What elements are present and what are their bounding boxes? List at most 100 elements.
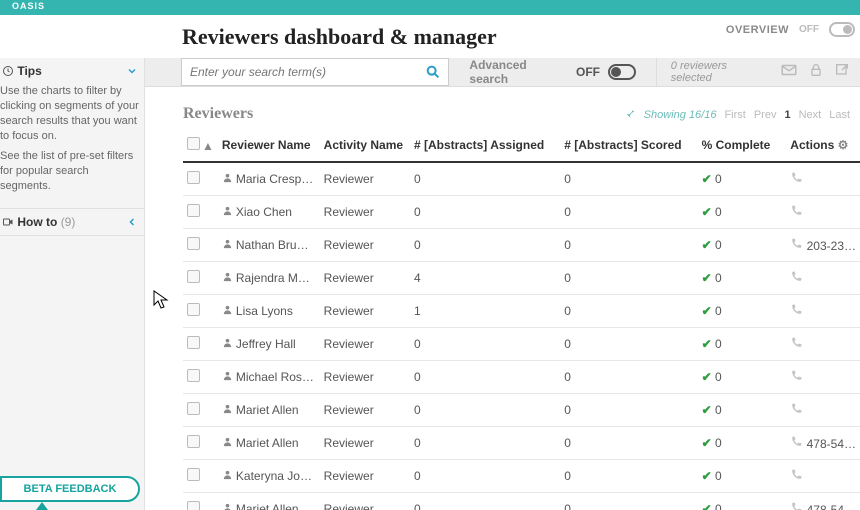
check-icon: ✔ (702, 337, 712, 351)
col-actions[interactable]: Actions ⚙ (786, 129, 860, 162)
table-row: Nathan BrummelReviewer00✔ 0 203-23… (183, 229, 860, 262)
gear-icon[interactable]: ⚙ (838, 138, 849, 152)
row-checkbox[interactable] (187, 303, 200, 316)
cell-actions[interactable] (786, 262, 860, 295)
cell-activity: Reviewer (320, 493, 410, 510)
search-icon (425, 64, 441, 80)
cell-assigned: 4 (410, 262, 560, 295)
cell-actions[interactable] (786, 361, 860, 394)
check-icon: ✔ (702, 403, 712, 417)
chevron-down-icon (126, 65, 138, 77)
cell-scored: 0 (560, 427, 697, 460)
select-all-checkbox[interactable] (187, 137, 200, 150)
cell-scored: 0 (560, 493, 697, 510)
check-icon: ✔ (702, 172, 712, 186)
user-icon (222, 271, 233, 285)
overview-off-label: OFF (799, 24, 819, 35)
email-icon[interactable] (780, 61, 798, 84)
cell-actions[interactable] (786, 394, 860, 427)
cell-activity: Reviewer (320, 328, 410, 361)
table-row: Rajendra MoreyReviewer40✔ 0 (183, 262, 860, 295)
phone-icon (790, 470, 803, 484)
lock-icon[interactable] (808, 62, 824, 83)
row-checkbox[interactable] (187, 435, 200, 448)
cell-scored: 0 (560, 262, 697, 295)
row-checkbox[interactable] (187, 237, 200, 250)
phone-icon (790, 404, 803, 418)
cell-complete: ✔ 0 (698, 295, 787, 328)
phone-icon (790, 206, 803, 220)
video-icon (2, 216, 14, 228)
cell-complete: ✔ 0 (698, 196, 787, 229)
cell-activity: Reviewer (320, 162, 410, 196)
cell-name: Xiao Chen (218, 196, 320, 229)
advanced-search-label: Advanced search (469, 58, 568, 86)
check-icon: ✔ (702, 304, 712, 318)
col-complete[interactable]: % Complete (698, 129, 787, 162)
col-reviewer-name[interactable]: Reviewer Name (218, 129, 320, 162)
overview-link[interactable]: OVERVIEW (726, 24, 789, 36)
pager-next[interactable]: Next (799, 109, 822, 121)
export-icon[interactable] (834, 62, 850, 83)
row-checkbox[interactable] (187, 270, 200, 283)
phone-icon (790, 239, 803, 253)
search-input[interactable] (182, 65, 418, 79)
cell-actions[interactable] (786, 328, 860, 361)
cell-actions[interactable] (786, 460, 860, 493)
cell-complete: ✔ 0 (698, 361, 787, 394)
cell-actions[interactable] (786, 196, 860, 229)
pin-icon[interactable] (622, 106, 636, 123)
tips-panel-header[interactable]: Tips (0, 58, 144, 84)
row-checkbox[interactable] (187, 336, 200, 349)
table-row: Lisa LyonsReviewer10✔ 0 (183, 295, 860, 328)
search-box (181, 58, 449, 86)
row-checkbox[interactable] (187, 204, 200, 217)
row-checkbox[interactable] (187, 171, 200, 184)
table-row: Jeffrey HallReviewer00✔ 0 (183, 328, 860, 361)
overview-toggle[interactable] (829, 22, 855, 37)
howto-panel-header[interactable]: How to (9) (0, 209, 144, 235)
pager-prev[interactable]: Prev (754, 109, 777, 121)
cell-activity: Reviewer (320, 196, 410, 229)
cell-name: Jeffrey Hall (218, 328, 320, 361)
check-icon: ✔ (702, 502, 712, 510)
cell-activity: Reviewer (320, 427, 410, 460)
row-checkbox[interactable] (187, 501, 200, 510)
cell-scored: 0 (560, 295, 697, 328)
check-icon: ✔ (702, 469, 712, 483)
cell-actions[interactable] (786, 162, 860, 196)
cell-actions[interactable]: 478-54… (786, 427, 860, 460)
phone-icon (790, 338, 803, 352)
cell-name: Mariet Allen (218, 427, 320, 460)
row-checkbox[interactable] (187, 402, 200, 415)
table-title: Reviewers (183, 105, 253, 123)
beta-feedback-button[interactable]: BETA FEEDBACK (0, 476, 140, 502)
col-activity-name[interactable]: Activity Name (320, 129, 410, 162)
search-button[interactable] (418, 59, 448, 85)
selected-count: 0 reviewers selected (671, 60, 770, 84)
cell-actions[interactable]: 478-54… (786, 493, 860, 510)
sort-icon[interactable]: ▲ (202, 139, 214, 153)
col-assigned[interactable]: # [Abstracts] Assigned (410, 129, 560, 162)
check-icon: ✔ (702, 205, 712, 219)
row-checkbox[interactable] (187, 369, 200, 382)
cell-complete: ✔ 0 (698, 493, 787, 510)
cell-actions[interactable]: 203-23… (786, 229, 860, 262)
table-row: Mariet AllenReviewer00✔ 0 478-54… (183, 427, 860, 460)
user-icon (222, 436, 233, 450)
pager-last[interactable]: Last (829, 109, 850, 121)
row-checkbox[interactable] (187, 468, 200, 481)
check-icon: ✔ (702, 238, 712, 252)
cell-scored: 0 (560, 162, 697, 196)
cell-actions[interactable] (786, 295, 860, 328)
cell-assigned: 0 (410, 427, 560, 460)
cell-assigned: 0 (410, 162, 560, 196)
advanced-search-toggle[interactable] (608, 64, 636, 80)
col-scored[interactable]: # [Abstracts] Scored (560, 129, 697, 162)
user-icon (222, 502, 233, 510)
advanced-off-label: OFF (576, 65, 600, 79)
pager-first[interactable]: First (724, 109, 745, 121)
table-row: Maria Crespo-Le…Reviewer00✔ 0 (183, 162, 860, 196)
cell-scored: 0 (560, 361, 697, 394)
cell-activity: Reviewer (320, 361, 410, 394)
